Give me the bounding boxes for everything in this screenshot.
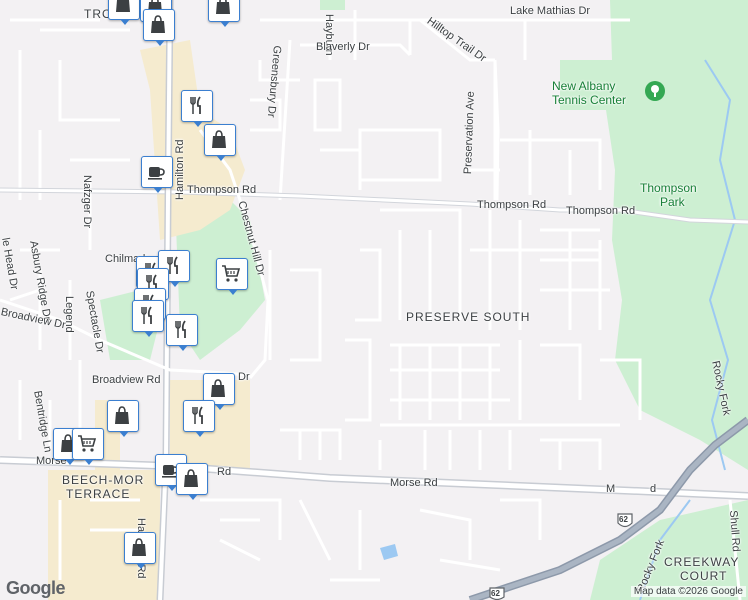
poi-pin-shopping[interactable]	[143, 9, 175, 46]
poi-pin-shopping[interactable]	[204, 124, 236, 161]
area-label-court: COURT	[680, 569, 728, 583]
road-label-thompson-mid: Thompson Rd	[477, 199, 547, 211]
grocery-cart-icon	[222, 265, 241, 282]
park-area-north	[320, 0, 345, 10]
road-label-morse-right-b: d	[650, 483, 657, 495]
road-label-nafzger: Nafzger Dr	[81, 175, 93, 229]
grocery-cart-icon	[78, 435, 97, 452]
road-label-thompson-left: Thompson Rd	[187, 184, 257, 196]
water-pond	[380, 544, 398, 560]
poi-pin-shopping[interactable]	[176, 463, 208, 500]
shopping-bag-icon	[211, 379, 225, 397]
poi-pin-grocery[interactable]	[216, 258, 248, 295]
area-label-preserve-south: PRESERVE SOUTH	[406, 310, 531, 324]
road-label-hamilton-top: Hamilton Rd	[174, 139, 186, 200]
map-canvas[interactable]: Hilltop Trail Dr Lake Mathias Dr Hayburn…	[0, 0, 748, 600]
cafe-icon	[148, 167, 165, 180]
area-label-beech-mor: BEECH-MOR	[62, 473, 145, 487]
shopping-bag-icon	[212, 130, 226, 148]
poi-pin-restaurant[interactable]	[183, 400, 215, 437]
poi-pin-cafe[interactable]	[141, 156, 173, 193]
shopping-bag-icon	[132, 538, 146, 556]
restaurant-icon	[175, 320, 186, 338]
map-base-layer	[0, 0, 748, 600]
area-label-terrace: TERRACE	[66, 487, 131, 501]
park-label-thompson-2: Park	[660, 195, 685, 209]
poi-pin-shopping[interactable]	[208, 0, 240, 27]
poi-pin-restaurant[interactable]	[132, 300, 164, 337]
route-shield-number: 62	[491, 589, 500, 598]
shopping-bag-icon	[115, 406, 129, 424]
restaurant-icon	[141, 306, 152, 324]
poi-pin-restaurant[interactable]	[181, 90, 213, 127]
route-shield-number: 62	[619, 515, 628, 524]
poi-pin-shopping[interactable]	[108, 0, 140, 25]
park-area-southeast	[590, 500, 748, 600]
road-label-morse-rd-fragment: Rd	[217, 466, 232, 478]
poi-pin-shopping[interactable]	[124, 532, 156, 569]
road-label-blaverly: Blaverly Dr	[316, 41, 370, 53]
poi-pin-restaurant[interactable]	[166, 314, 198, 351]
park-label-tennis-2: Tennis Center	[552, 93, 627, 107]
road-label-lake-mathias: Lake Mathias Dr	[510, 5, 591, 17]
route-shield-us62-bottom: 62	[488, 586, 506, 600]
road-label-morse-right-a: M	[606, 483, 616, 495]
poi-pin-grocery[interactable]	[72, 428, 104, 465]
shopping-bag-icon	[151, 15, 165, 33]
area-label-creekway: CREEKWAY	[664, 555, 740, 569]
park-label-tennis-1: New Albany	[552, 79, 616, 93]
road-label-broadview-rd: Broadview Rd	[92, 374, 161, 386]
road-label-legend: Legend	[63, 296, 75, 333]
road-label-morse-center: Morse Rd	[390, 477, 438, 489]
road-label-shull: Shull Rd	[727, 509, 742, 553]
road-label-thompson-right: Thompson Rd	[566, 205, 636, 217]
shopping-bag-icon	[184, 469, 198, 487]
restaurant-icon	[192, 406, 203, 424]
route-shield-us62: 62	[616, 512, 634, 535]
restaurant-icon	[190, 96, 201, 114]
road-label-dr-fragment: Dr	[238, 371, 250, 383]
poi-pin-shopping[interactable]	[107, 400, 139, 437]
shopping-bag-icon	[116, 0, 130, 12]
map-attribution[interactable]: Map data ©2026 Google	[630, 586, 746, 597]
shopping-bag-icon	[216, 0, 230, 14]
google-logo: Google	[6, 578, 66, 598]
park-marker-icon[interactable]	[644, 80, 666, 102]
park-label-thompson-1: Thompson	[640, 181, 697, 195]
